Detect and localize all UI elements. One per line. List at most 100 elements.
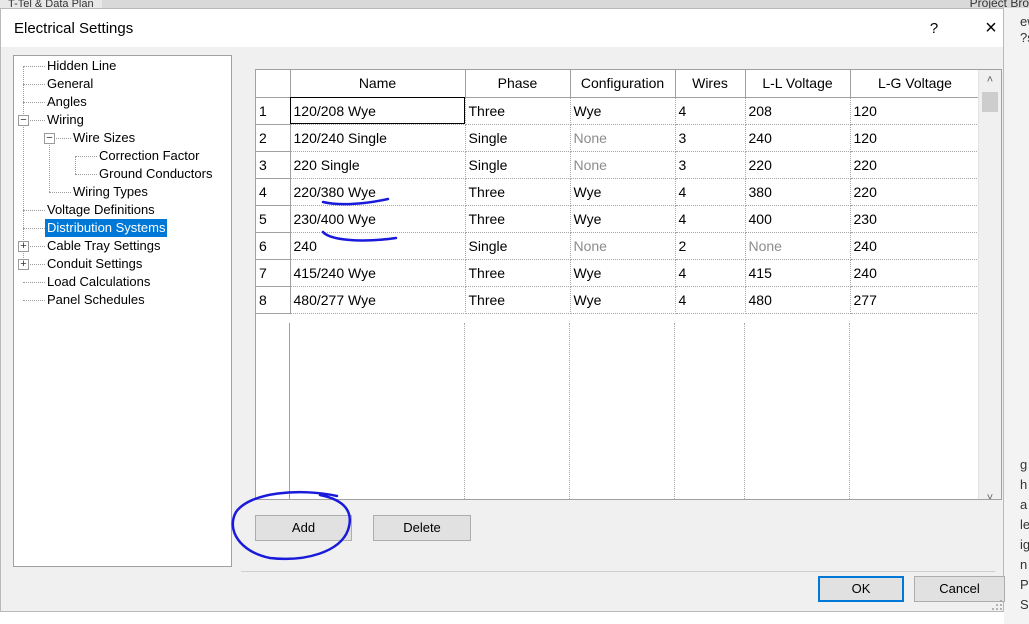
dialog-titlebar[interactable]: Electrical Settings ? ×: [1, 9, 1003, 47]
cell-ll-voltage[interactable]: 400: [745, 205, 851, 233]
cell-name[interactable]: 415/240 Wye: [290, 259, 466, 287]
cell-ll-voltage[interactable]: 380: [745, 178, 851, 206]
cell-wires[interactable]: 3: [675, 151, 746, 179]
tree-item-ground-conductors[interactable]: Ground Conductors: [99, 165, 212, 183]
cell-wires[interactable]: 4: [675, 178, 746, 206]
cell-name[interactable]: 240: [290, 232, 466, 260]
delete-button[interactable]: Delete: [373, 515, 471, 541]
grid-empty-area[interactable]: [256, 323, 980, 499]
table-row[interactable]: 8 480/277 Wye Three Wye 4 480 277: [256, 286, 981, 314]
table-row[interactable]: 5 230/400 Wye Three Wye 4 400 230: [256, 205, 981, 233]
row-number[interactable]: 5: [256, 205, 291, 233]
column-header-name[interactable]: Name: [290, 70, 466, 98]
tree-item-wiring-types[interactable]: Wiring Types: [73, 183, 148, 201]
cell-name[interactable]: 230/400 Wye: [290, 205, 466, 233]
tree-item-voltage-definitions[interactable]: Voltage Definitions: [47, 201, 155, 219]
help-button[interactable]: ?: [921, 17, 947, 41]
cell-configuration[interactable]: Wye: [570, 205, 676, 233]
cell-configuration[interactable]: None: [570, 124, 676, 152]
column-header-configuration[interactable]: Configuration: [570, 70, 676, 98]
cell-wires[interactable]: 2: [675, 232, 746, 260]
tree-item-correction-factor[interactable]: Correction Factor: [99, 147, 199, 165]
cell-phase[interactable]: Single: [465, 124, 571, 152]
scroll-up-icon[interactable]: ˄: [979, 72, 1001, 89]
cell-ll-voltage[interactable]: None: [745, 232, 851, 260]
cell-phase[interactable]: Three: [465, 205, 571, 233]
cell-configuration[interactable]: None: [570, 232, 676, 260]
cell-phase[interactable]: Single: [465, 151, 571, 179]
cell-lg-voltage[interactable]: 240: [850, 259, 981, 287]
row-number[interactable]: 4: [256, 178, 291, 206]
tree-item-panel-schedules[interactable]: Panel Schedules: [47, 291, 145, 309]
scroll-down-icon[interactable]: ˅: [979, 490, 1001, 499]
table-row[interactable]: 7 415/240 Wye Three Wye 4 415 240: [256, 259, 981, 287]
tree-item-wire-sizes[interactable]: Wire Sizes: [73, 129, 135, 147]
cell-ll-voltage[interactable]: 208: [745, 97, 851, 125]
column-header-ll-voltage[interactable]: L-L Voltage: [745, 70, 851, 98]
cell-lg-voltage[interactable]: 240: [850, 232, 981, 260]
tree-item-general[interactable]: General: [47, 75, 93, 93]
cell-configuration[interactable]: Wye: [570, 286, 676, 314]
tree-item-angles[interactable]: Angles: [47, 93, 87, 111]
cell-configuration[interactable]: Wye: [570, 178, 676, 206]
scroll-thumb[interactable]: [982, 92, 998, 112]
table-row[interactable]: 6 240 Single None 2 None 240: [256, 232, 981, 260]
tree-item-wiring[interactable]: Wiring: [47, 111, 84, 129]
collapse-icon[interactable]: −: [44, 133, 55, 144]
row-number[interactable]: 2: [256, 124, 291, 152]
cell-wires[interactable]: 3: [675, 124, 746, 152]
cell-ll-voltage[interactable]: 480: [745, 286, 851, 314]
tree-item-conduit-settings[interactable]: Conduit Settings: [47, 255, 142, 273]
column-header-lg-voltage[interactable]: L-G Voltage: [850, 70, 981, 98]
distribution-systems-grid[interactable]: Name Phase Configuration Wires L-L Volta…: [255, 69, 1002, 500]
table-row[interactable]: 2 120/240 Single Single None 3 240 120: [256, 124, 981, 152]
expand-icon[interactable]: +: [18, 241, 29, 252]
settings-tree[interactable]: − − + + Hidden Line General Angles Wirin…: [13, 55, 232, 567]
cell-name[interactable]: 120/240 Single: [290, 124, 466, 152]
cell-name[interactable]: 220 Single: [290, 151, 466, 179]
cell-wires[interactable]: 4: [675, 205, 746, 233]
cell-wires[interactable]: 4: [675, 259, 746, 287]
cell-phase[interactable]: Three: [465, 97, 571, 125]
cell-ll-voltage[interactable]: 220: [745, 151, 851, 179]
collapse-icon[interactable]: −: [18, 115, 29, 126]
tree-item-cable-tray-settings[interactable]: Cable Tray Settings: [47, 237, 160, 255]
row-number[interactable]: 7: [256, 259, 291, 287]
cell-phase[interactable]: Three: [465, 178, 571, 206]
cell-ll-voltage[interactable]: 415: [745, 259, 851, 287]
cell-lg-voltage[interactable]: 120: [850, 97, 981, 125]
cell-lg-voltage[interactable]: 230: [850, 205, 981, 233]
tree-item-hidden-line[interactable]: Hidden Line: [47, 57, 116, 75]
row-number[interactable]: 3: [256, 151, 291, 179]
cell-configuration[interactable]: Wye: [570, 259, 676, 287]
grid-vertical-scrollbar[interactable]: ˄ ˅: [978, 70, 1001, 499]
row-number[interactable]: 1: [256, 97, 291, 125]
cell-phase[interactable]: Three: [465, 286, 571, 314]
cell-wires[interactable]: 4: [675, 286, 746, 314]
table-row[interactable]: 4 220/380 Wye Three Wye 4 380 220: [256, 178, 981, 206]
add-button[interactable]: Add: [255, 515, 352, 541]
cell-ll-voltage[interactable]: 240: [745, 124, 851, 152]
close-button[interactable]: ×: [976, 17, 1006, 41]
cell-lg-voltage[interactable]: 220: [850, 178, 981, 206]
resize-grip-icon[interactable]: [991, 599, 1003, 611]
cell-phase[interactable]: Single: [465, 232, 571, 260]
cell-name[interactable]: 220/380 Wye: [290, 178, 466, 206]
cell-wires[interactable]: 4: [675, 97, 746, 125]
cell-name[interactable]: 480/277 Wye: [290, 286, 466, 314]
cell-configuration[interactable]: None: [570, 151, 676, 179]
table-row[interactable]: 1 120/208 Wye Three Wye 4 208 120: [256, 97, 981, 125]
tree-item-load-calculations[interactable]: Load Calculations: [47, 273, 150, 291]
column-header-wires[interactable]: Wires: [675, 70, 746, 98]
ok-button[interactable]: OK: [818, 576, 904, 602]
cell-lg-voltage[interactable]: 277: [850, 286, 981, 314]
cell-lg-voltage[interactable]: 220: [850, 151, 981, 179]
table-row[interactable]: 3 220 Single Single None 3 220 220: [256, 151, 981, 179]
tree-item-distribution-systems[interactable]: Distribution Systems: [43, 218, 169, 238]
cell-phase[interactable]: Three: [465, 259, 571, 287]
row-number[interactable]: 8: [256, 286, 291, 314]
column-header-phase[interactable]: Phase: [465, 70, 571, 98]
cell-configuration[interactable]: Wye: [570, 97, 676, 125]
cell-name[interactable]: 120/208 Wye: [290, 97, 466, 125]
row-number[interactable]: 6: [256, 232, 291, 260]
